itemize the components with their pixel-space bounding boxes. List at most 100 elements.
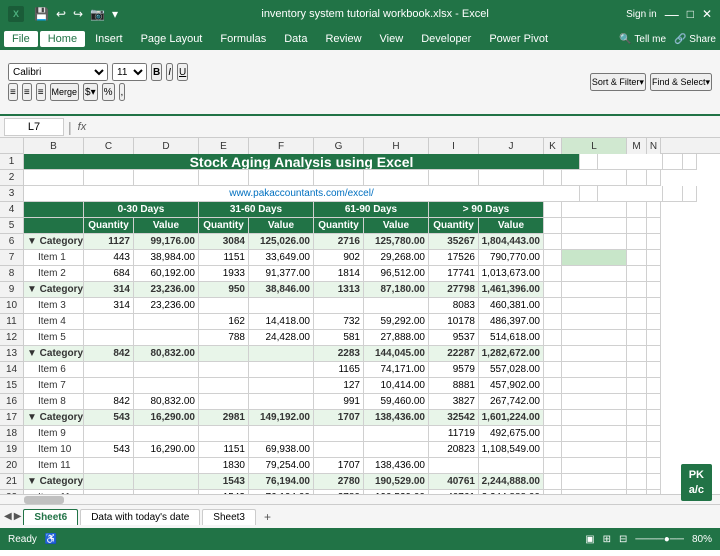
cell-11-K[interactable]: [544, 314, 562, 330]
cell-15-L[interactable]: [562, 378, 627, 394]
sheet-tab-sheet6[interactable]: Sheet6: [23, 509, 78, 525]
col-header-C[interactable]: C: [84, 138, 134, 154]
sheet-tab-data[interactable]: Data with today's date: [80, 509, 200, 525]
row-14[interactable]: 14: [0, 362, 24, 378]
cell-10-L[interactable]: [562, 298, 627, 314]
cell-9-M[interactable]: [627, 282, 647, 298]
cell-21-K[interactable]: [544, 474, 562, 490]
cell-6-N[interactable]: [647, 234, 661, 250]
cell-2-J[interactable]: [479, 170, 544, 186]
cell-2-G[interactable]: [314, 170, 364, 186]
cell-8-L[interactable]: [562, 266, 627, 282]
cell-15-M[interactable]: [627, 378, 647, 394]
redo-icon[interactable]: ↪: [71, 6, 85, 22]
formula-input[interactable]: [92, 118, 716, 136]
cell-16-M[interactable]: [627, 394, 647, 410]
tab-review[interactable]: Review: [317, 31, 369, 47]
cell-2-F[interactable]: [249, 170, 314, 186]
row-22[interactable]: 22: [0, 490, 24, 494]
align-left-btn[interactable]: ≡: [8, 83, 18, 101]
row-11[interactable]: 11: [0, 314, 24, 330]
tab-file[interactable]: File: [4, 31, 38, 47]
cell-13-L[interactable]: [562, 346, 627, 362]
row-10[interactable]: 10: [0, 298, 24, 314]
cell-14-K[interactable]: [544, 362, 562, 378]
cell-11-N[interactable]: [647, 314, 661, 330]
cell-18-N[interactable]: [647, 426, 661, 442]
cell-7-M[interactable]: [627, 250, 647, 266]
cell-14-M[interactable]: [627, 362, 647, 378]
prev-sheet-btn[interactable]: ◀: [4, 511, 12, 522]
row-8[interactable]: 8: [0, 266, 24, 282]
cell-13-N[interactable]: [647, 346, 661, 362]
cell-5-L[interactable]: [562, 218, 627, 234]
view-preview-btn[interactable]: ⊟: [619, 534, 627, 545]
cell-1-M[interactable]: [663, 154, 683, 170]
cell-8-M[interactable]: [627, 266, 647, 282]
close-btn[interactable]: ✕: [702, 7, 712, 21]
zoom-level[interactable]: 80%: [692, 534, 712, 545]
align-center-btn[interactable]: ≡: [22, 83, 32, 101]
col-header-B[interactable]: B: [24, 138, 84, 154]
cell-20-L[interactable]: [562, 458, 627, 474]
cell-1-N[interactable]: [683, 154, 697, 170]
cell-22-K[interactable]: [544, 490, 562, 494]
tell-me-input[interactable]: 🔍 Tell me: [619, 34, 666, 45]
cell-13-M[interactable]: [627, 346, 647, 362]
cell-16-L[interactable]: [562, 394, 627, 410]
cell-3-M[interactable]: [663, 186, 683, 202]
tab-insert[interactable]: Insert: [87, 31, 131, 47]
cell-19-M[interactable]: [627, 442, 647, 458]
row-17[interactable]: 17: [0, 410, 24, 426]
number-format-btn[interactable]: $▾: [83, 83, 98, 101]
row-3[interactable]: 3: [0, 186, 24, 202]
row-5[interactable]: 5: [0, 218, 24, 234]
cell-15-K[interactable]: [544, 378, 562, 394]
font-size-select[interactable]: 11: [112, 63, 147, 81]
cell-12-M[interactable]: [627, 330, 647, 346]
tab-developer[interactable]: Developer: [413, 31, 479, 47]
tab-data[interactable]: Data: [276, 31, 315, 47]
row-20[interactable]: 20: [0, 458, 24, 474]
col-header-H[interactable]: H: [364, 138, 429, 154]
cell-12-L[interactable]: [562, 330, 627, 346]
row-2[interactable]: 2: [0, 170, 24, 186]
row-12[interactable]: 12: [0, 330, 24, 346]
cell-9-N[interactable]: [647, 282, 661, 298]
row-13[interactable]: 13: [0, 346, 24, 362]
cell-5-K[interactable]: [544, 218, 562, 234]
cell-2-K[interactable]: [544, 170, 562, 186]
cell-21-M[interactable]: [627, 474, 647, 490]
col-header-K[interactable]: K: [544, 138, 562, 154]
cell-12-K[interactable]: [544, 330, 562, 346]
row-21[interactable]: 21: [0, 474, 24, 490]
cell-1-K[interactable]: [580, 154, 598, 170]
cell-9-K[interactable]: [544, 282, 562, 298]
cell-14-L[interactable]: [562, 362, 627, 378]
cell-18-K[interactable]: [544, 426, 562, 442]
cell-17-K[interactable]: [544, 410, 562, 426]
camera-icon[interactable]: 📷: [88, 6, 107, 22]
undo-icon[interactable]: ↩: [54, 6, 68, 22]
cell-2-B[interactable]: [24, 170, 84, 186]
next-sheet-btn[interactable]: ▶: [14, 511, 22, 522]
view-layout-btn[interactable]: ⊞: [603, 534, 611, 545]
cell-6-M[interactable]: [627, 234, 647, 250]
row-6[interactable]: 6: [0, 234, 24, 250]
cell-22-M[interactable]: [627, 490, 647, 494]
cell-4-L[interactable]: [562, 202, 627, 218]
row-7[interactable]: 7: [0, 250, 24, 266]
cell-1-L[interactable]: [598, 154, 663, 170]
cell-16-K[interactable]: [544, 394, 562, 410]
cell-21-L[interactable]: [562, 474, 627, 490]
sheet-tab-sheet3[interactable]: Sheet3: [202, 509, 256, 525]
tab-view[interactable]: View: [372, 31, 412, 47]
cell-19-K[interactable]: [544, 442, 562, 458]
cell-4-M[interactable]: [627, 202, 647, 218]
cell-22-L[interactable]: [562, 490, 627, 494]
cell-3-N[interactable]: [683, 186, 697, 202]
add-sheet-btn[interactable]: +: [258, 509, 277, 525]
cell-12-N[interactable]: [647, 330, 661, 346]
zoom-slider[interactable]: ────●──: [635, 534, 684, 545]
align-right-btn[interactable]: ≡: [36, 83, 46, 101]
